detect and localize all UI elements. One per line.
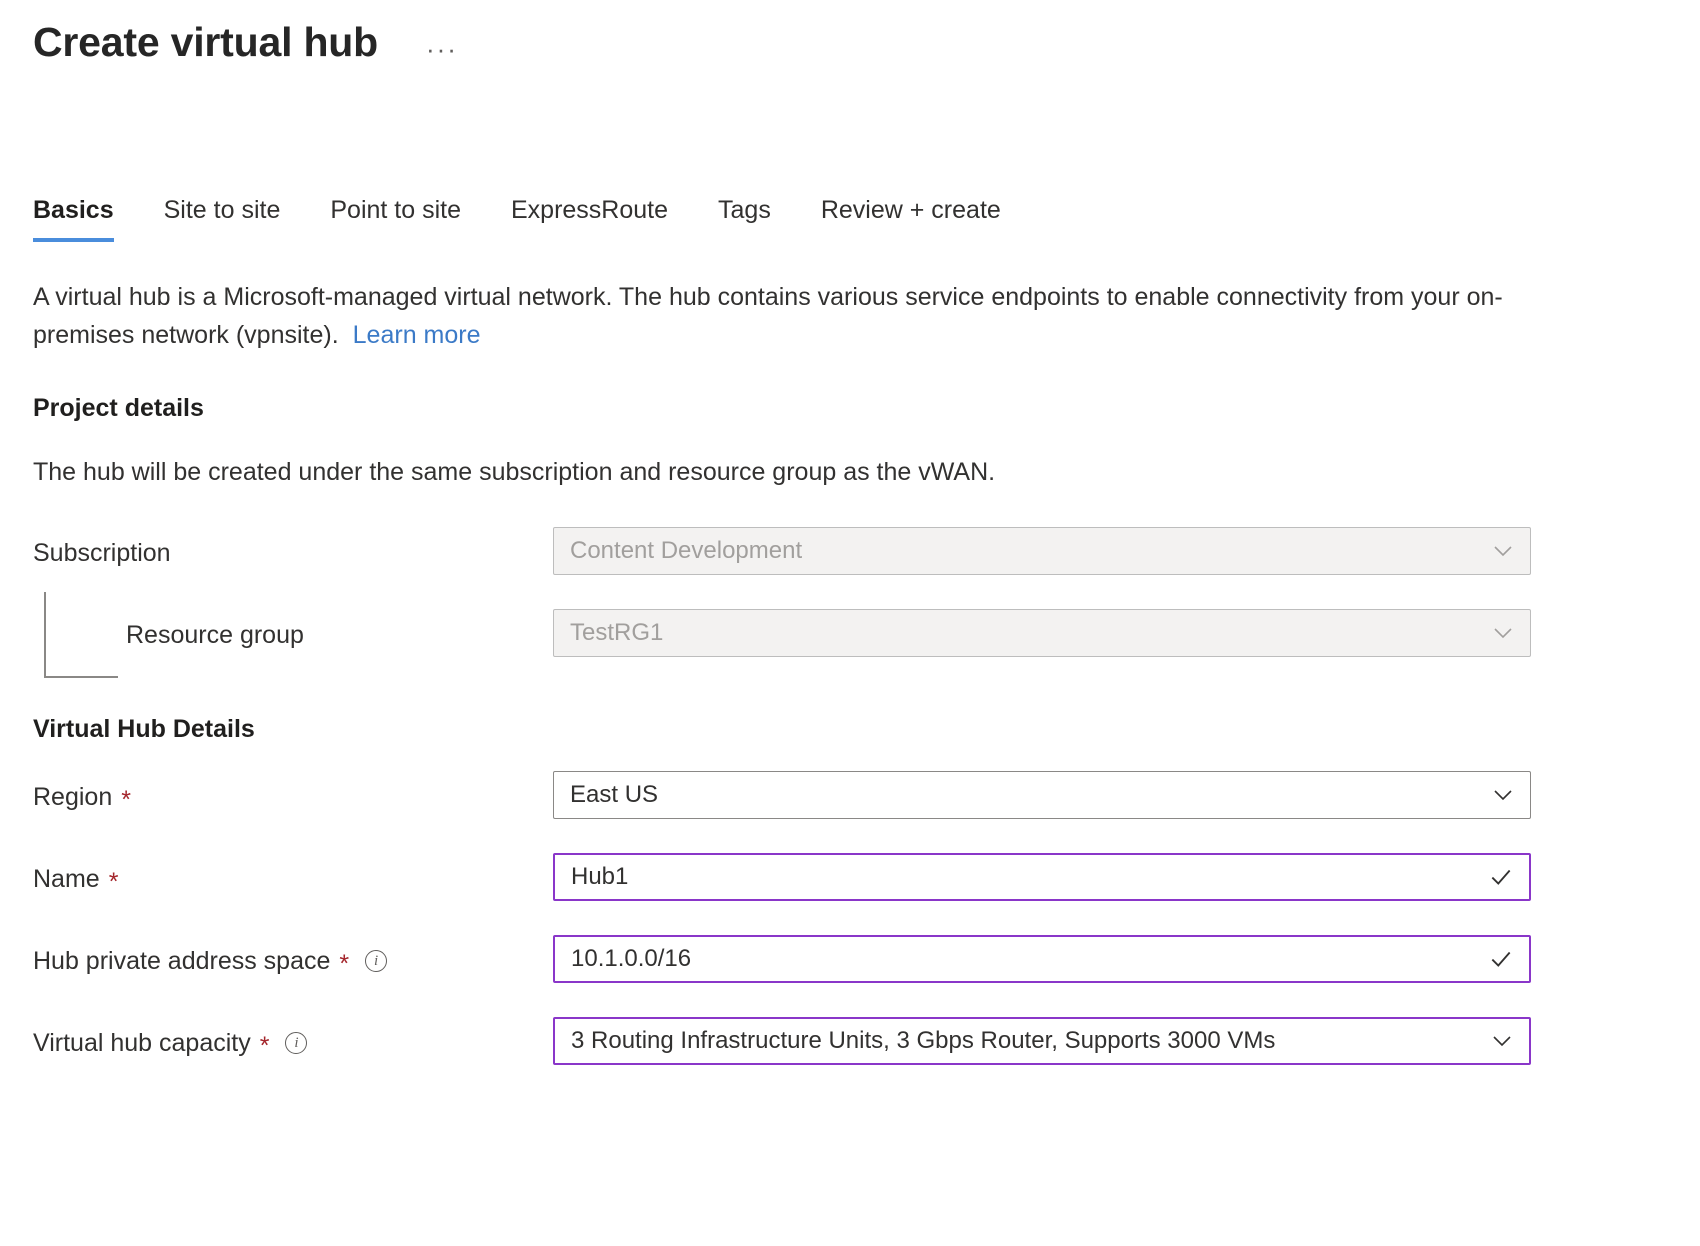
region-dropdown[interactable]: East US — [553, 771, 1531, 819]
hub-private-address-space-input[interactable]: 10.1.0.0/16 — [553, 935, 1531, 983]
required-asterisk: * — [121, 788, 131, 813]
required-asterisk: * — [260, 1034, 270, 1059]
region-label: Region * — [33, 771, 131, 823]
chevron-down-icon — [1490, 538, 1516, 564]
resource-group-value: TestRG1 — [570, 619, 1480, 647]
info-icon[interactable]: i — [365, 950, 387, 972]
subscription-dropdown[interactable]: Content Development — [553, 527, 1531, 575]
resource-group-label: Resource group — [126, 609, 304, 661]
chevron-down-icon — [1490, 620, 1516, 646]
tab-tags[interactable]: Tags — [718, 195, 771, 242]
virtual-hub-capacity-row: Virtual hub capacity * i 3 Routing Infra… — [0, 1017, 1700, 1069]
project-details-description: The hub will be created under the same s… — [33, 454, 995, 492]
required-asterisk: * — [339, 952, 349, 977]
ellipsis-icon[interactable]: ··· — [420, 32, 464, 66]
tab-review-create[interactable]: Review + create — [821, 195, 1001, 242]
name-label: Name * — [33, 853, 118, 905]
subscription-label: Subscription — [33, 527, 171, 579]
create-virtual-hub-blade: Create virtual hub ··· Basics Site to si… — [0, 0, 1700, 1246]
learn-more-link[interactable]: Learn more — [353, 321, 481, 349]
blade-description: A virtual hub is a Microsoft-managed vir… — [33, 278, 1533, 354]
chevron-down-icon — [1490, 782, 1516, 808]
virtual-hub-details-heading: Virtual Hub Details — [33, 715, 255, 744]
hub-private-address-space-label: Hub private address space * i — [33, 935, 387, 987]
tab-site-to-site[interactable]: Site to site — [164, 195, 281, 242]
blade-header: Create virtual hub ··· — [33, 18, 464, 67]
resource-group-row: Resource group TestRG1 — [0, 609, 1700, 661]
name-input[interactable]: Hub1 — [553, 853, 1531, 901]
tab-basics[interactable]: Basics — [33, 195, 114, 242]
virtual-hub-capacity-label: Virtual hub capacity * i — [33, 1017, 307, 1069]
tab-point-to-site[interactable]: Point to site — [330, 195, 461, 242]
checkmark-icon — [1487, 945, 1515, 973]
chevron-down-icon — [1489, 1028, 1515, 1054]
required-asterisk: * — [109, 870, 119, 895]
virtual-hub-capacity-dropdown[interactable]: 3 Routing Infrastructure Units, 3 Gbps R… — [553, 1017, 1531, 1065]
hub-private-address-space-value: 10.1.0.0/16 — [571, 945, 1477, 973]
region-value: East US — [570, 781, 1480, 809]
name-row: Name * Hub1 — [0, 853, 1700, 905]
resource-group-dropdown[interactable]: TestRG1 — [553, 609, 1531, 657]
name-value: Hub1 — [571, 863, 1477, 891]
hub-private-address-space-row: Hub private address space * i 10.1.0.0/1… — [0, 935, 1700, 987]
subscription-row: Subscription Content Development — [0, 527, 1700, 579]
info-icon[interactable]: i — [285, 1032, 307, 1054]
page-title: Create virtual hub — [33, 18, 378, 67]
tab-bar: Basics Site to site Point to site Expres… — [33, 195, 1001, 242]
description-line-1: A virtual hub is a Microsoft-managed vir… — [33, 283, 1404, 311]
subscription-value: Content Development — [570, 537, 1480, 565]
region-row: Region * East US — [0, 771, 1700, 823]
project-details-heading: Project details — [33, 394, 204, 423]
virtual-hub-capacity-value: 3 Routing Infrastructure Units, 3 Gbps R… — [571, 1027, 1479, 1055]
checkmark-icon — [1487, 863, 1515, 891]
tab-expressroute[interactable]: ExpressRoute — [511, 195, 668, 242]
